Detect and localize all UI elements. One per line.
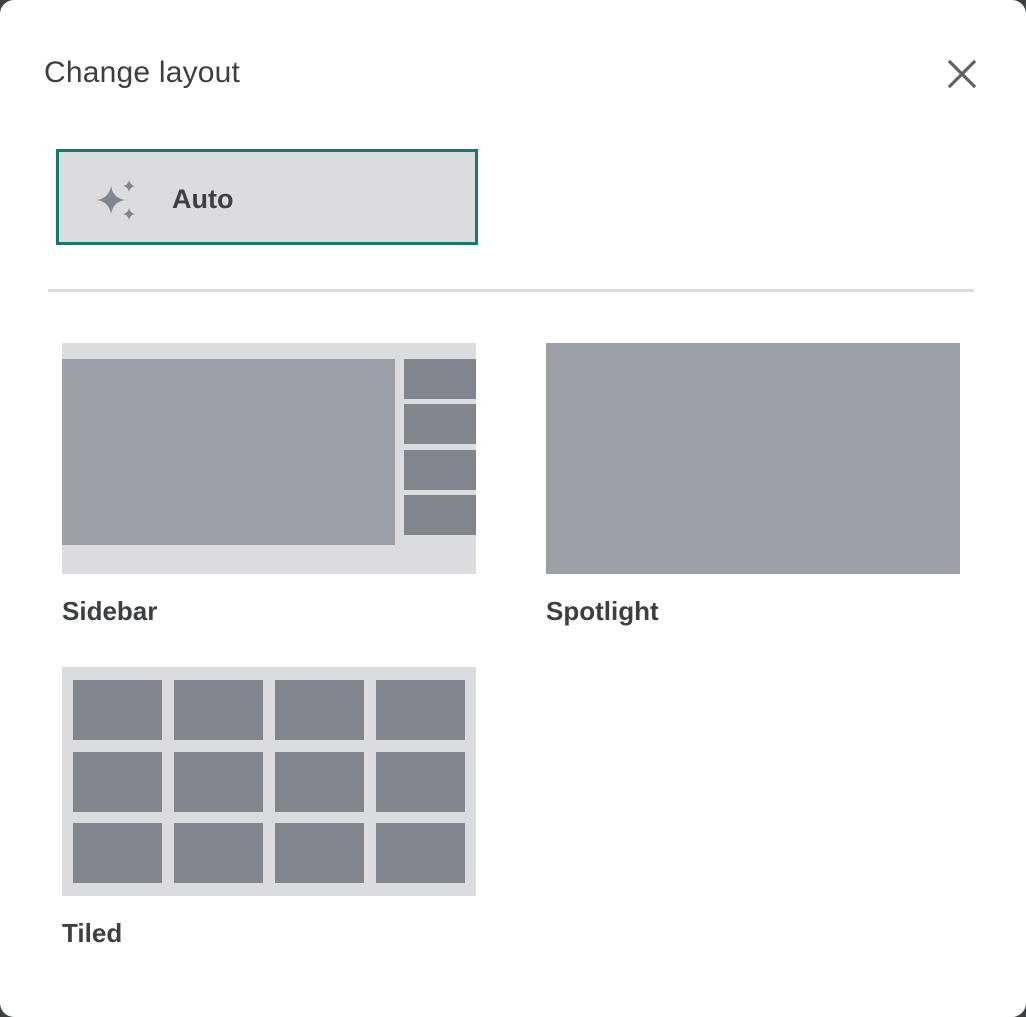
tiled-tile [376,680,465,740]
tiled-tile [275,823,364,883]
layout-option-spotlight[interactable]: Spotlight [546,343,960,633]
auto-label: Auto [172,184,234,214]
spotlight-main-tile [546,343,960,574]
spotlight-thumbnail [546,343,960,574]
sidebar-side-tile [404,404,476,444]
tiled-tile [73,680,162,740]
close-icon [947,59,977,89]
dialog-title: Change layout [44,56,241,89]
divider [48,289,974,292]
tiled-tile [174,680,263,740]
sidebar-main-tile [62,359,395,545]
tiled-tile [73,823,162,883]
sparkle-icon [97,180,135,220]
sidebar-side-tile [404,450,476,490]
layout-option-auto[interactable]: Auto [56,149,478,245]
tiled-tile [376,752,465,812]
tiled-thumbnail [62,667,476,896]
tiled-tile [174,752,263,812]
spotlight-label: Spotlight [546,596,659,626]
tiled-label: Tiled [62,918,123,948]
tiled-tile [73,752,162,812]
layout-option-tiled[interactable]: Tiled [62,667,476,957]
tiled-tile [174,823,263,883]
sidebar-label: Sidebar [62,596,158,626]
sidebar-side-tile [404,359,476,399]
tiled-tile [275,680,364,740]
sidebar-thumbnail [62,343,476,574]
sidebar-side-tile [404,495,476,535]
tiled-tile [275,752,364,812]
tiled-tile [376,823,465,883]
layout-option-sidebar[interactable]: Sidebar [62,343,476,633]
close-button[interactable] [936,48,988,100]
change-layout-dialog: Change layout Auto Sidebar Spotlight Til… [0,0,1026,1017]
